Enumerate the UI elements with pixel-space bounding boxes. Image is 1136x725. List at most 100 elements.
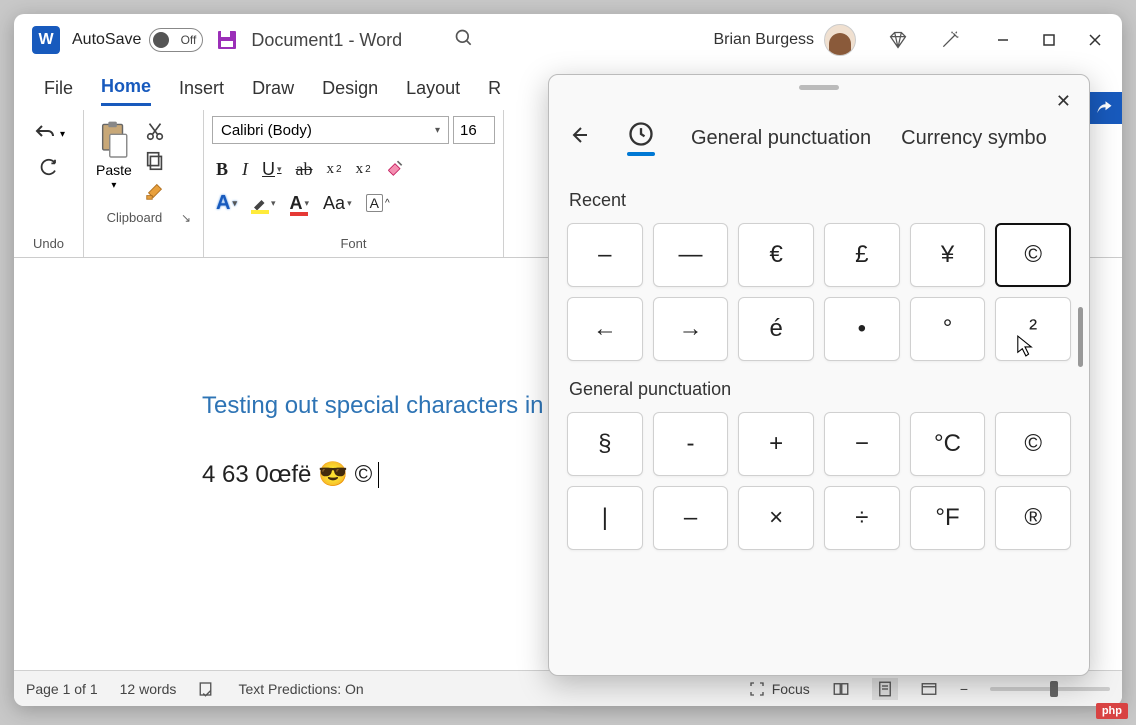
panel-tab-currency[interactable]: Currency symbo — [901, 127, 1047, 150]
copy-icon[interactable] — [144, 150, 166, 172]
grow-shrink-font-button[interactable]: A^ — [366, 194, 390, 212]
font-size-selector[interactable]: 16 — [453, 116, 495, 144]
watermark-badge: php — [1096, 703, 1128, 719]
toggle-knob — [153, 32, 169, 48]
minimize-button[interactable] — [980, 20, 1026, 60]
symbol-°[interactable]: ° — [910, 297, 986, 361]
autosave-toggle[interactable]: Off — [149, 28, 203, 52]
panel-scrollbar[interactable] — [1078, 307, 1083, 367]
symbol-©[interactable]: © — [995, 223, 1071, 287]
clipboard-launcher-icon[interactable]: ↘ — [177, 211, 195, 225]
panel-tab-row: General punctuation Currency symbo — [549, 90, 1089, 172]
tab-home[interactable]: Home — [101, 70, 151, 106]
spellcheck-icon[interactable] — [198, 680, 216, 698]
panel-back-button[interactable] — [567, 123, 591, 153]
status-predictions[interactable]: Text Predictions: On — [238, 681, 363, 697]
symbol-÷[interactable]: ÷ — [824, 486, 900, 550]
search-icon[interactable] — [454, 28, 474, 53]
web-layout-icon[interactable] — [920, 680, 938, 698]
symbol-←[interactable]: ← — [567, 297, 643, 361]
autosave-control[interactable]: AutoSave Off — [72, 28, 203, 52]
print-layout-icon[interactable] — [872, 678, 898, 700]
diamond-icon[interactable] — [888, 30, 908, 50]
panel-tab-recent[interactable] — [621, 116, 661, 160]
font-name-selector[interactable]: Calibri (Body)▾ — [212, 116, 449, 144]
symbol-–[interactable]: – — [653, 486, 729, 550]
highlight-button[interactable]: ▾ — [251, 194, 276, 212]
symbol-panel: ✕ General punctuation Currency symbo Rec… — [548, 74, 1090, 676]
tab-insert[interactable]: Insert — [179, 72, 224, 105]
autosave-state: Off — [181, 33, 197, 47]
tab-layout[interactable]: Layout — [406, 72, 460, 105]
font-group-label: Font — [212, 232, 495, 255]
symbol-–[interactable]: – — [567, 223, 643, 287]
symbol-|[interactable]: | — [567, 486, 643, 550]
strikethrough-button[interactable]: ab — [296, 159, 313, 180]
format-painter-icon[interactable] — [144, 180, 166, 202]
underline-button[interactable]: U▾ — [262, 159, 282, 180]
cut-icon[interactable] — [144, 120, 166, 142]
symbol-•[interactable]: • — [824, 297, 900, 361]
symbol-−[interactable]: − — [824, 412, 900, 476]
symbol-£[interactable]: £ — [824, 223, 900, 287]
tab-file[interactable]: File — [44, 72, 73, 105]
tab-draw[interactable]: Draw — [252, 72, 294, 105]
zoom-out-button[interactable]: − — [960, 681, 968, 697]
symbol-¥[interactable]: ¥ — [910, 223, 986, 287]
tab-design[interactable]: Design — [322, 72, 378, 105]
symbol-é[interactable]: é — [738, 297, 814, 361]
group-undo: ▾ Undo — [14, 110, 84, 257]
group-clipboard: Paste ▾ Clipboard ↘ — [84, 110, 204, 257]
symbol-€[interactable]: € — [738, 223, 814, 287]
focus-mode-button[interactable]: Focus — [748, 680, 810, 698]
font-color-button[interactable]: A▾ — [290, 193, 310, 214]
symbol-+[interactable]: + — [738, 412, 814, 476]
title-bar: W AutoSave Off Document1 - Word Brian Bu… — [14, 14, 1122, 66]
undo-group-label: Undo — [33, 232, 64, 255]
tab-references[interactable]: R — [488, 72, 501, 105]
bold-button[interactable]: B — [216, 159, 228, 180]
group-font: Calibri (Body)▾ 16 B I U▾ ab x2 x2 A▾ ▾ … — [204, 110, 504, 257]
paste-button[interactable]: Paste ▾ — [92, 116, 136, 206]
symbol-²[interactable]: ² — [995, 297, 1071, 361]
symbol-§[interactable]: § — [567, 412, 643, 476]
read-mode-icon[interactable] — [832, 680, 850, 698]
change-case-button[interactable]: Aa▾ — [323, 193, 352, 214]
text-cursor — [378, 462, 379, 488]
undo-button[interactable]: ▾ — [32, 122, 65, 146]
redo-button[interactable] — [36, 158, 62, 187]
symbol-°F[interactable]: °F — [910, 486, 986, 550]
status-words[interactable]: 12 words — [120, 681, 177, 697]
share-button[interactable] — [1086, 92, 1122, 124]
panel-tab-general[interactable]: General punctuation — [691, 127, 871, 150]
superscript-button[interactable]: x2 — [356, 161, 371, 178]
recent-symbols-grid: –—€£¥© ←→é•°² — [567, 223, 1071, 361]
panel-close-button[interactable]: ✕ — [1056, 91, 1071, 112]
clipboard-group-label: Clipboard — [92, 206, 177, 229]
close-button[interactable] — [1072, 20, 1118, 60]
avatar — [824, 24, 856, 56]
symbol--[interactable]: - — [653, 412, 729, 476]
wand-icon[interactable] — [940, 30, 960, 50]
document-title[interactable]: Document1 - Word — [251, 30, 402, 51]
symbol-—[interactable]: — — [653, 223, 729, 287]
window-controls — [980, 20, 1118, 60]
symbol-©[interactable]: © — [995, 412, 1071, 476]
clear-formatting-icon[interactable] — [385, 157, 405, 182]
user-name: Brian Burgess — [714, 31, 815, 49]
user-account[interactable]: Brian Burgess — [714, 24, 857, 56]
section-recent-label: Recent — [569, 190, 1071, 211]
italic-button[interactable]: I — [242, 159, 248, 180]
general-symbols-grid: §-+−°C© |–×÷°F® — [567, 412, 1071, 550]
symbol-°C[interactable]: °C — [910, 412, 986, 476]
symbol-×[interactable]: × — [738, 486, 814, 550]
title-extra-icons — [888, 30, 960, 50]
save-icon[interactable] — [215, 28, 239, 52]
text-effects-button[interactable]: A▾ — [216, 192, 237, 215]
symbol-→[interactable]: → — [653, 297, 729, 361]
subscript-button[interactable]: x2 — [327, 161, 342, 178]
symbol-®[interactable]: ® — [995, 486, 1071, 550]
zoom-slider[interactable] — [990, 687, 1110, 691]
maximize-button[interactable] — [1026, 20, 1072, 60]
status-page[interactable]: Page 1 of 1 — [26, 681, 98, 697]
